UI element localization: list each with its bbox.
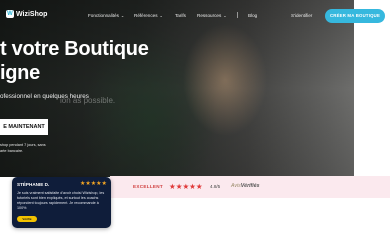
- testimonial-star-icons: ★★★★★: [80, 181, 107, 187]
- verified-badge: Vérifié: [17, 216, 37, 222]
- logo[interactable]: W WiziShop: [6, 10, 47, 18]
- chevron-down-icon: ⌄: [120, 13, 125, 18]
- reviews-brand-name: Vérifiés: [240, 183, 260, 189]
- trial-note-line1: shop pendant 7 jours, sans: [0, 143, 46, 147]
- nav-item-blog[interactable]: Blog: [248, 13, 257, 18]
- nav-item-fonctionnalites[interactable]: Fonctionnalités ⌄: [88, 13, 124, 18]
- hero-subtitle: ofessionnel en quelques heures: [0, 93, 89, 100]
- login-link[interactable]: S'identifier: [291, 13, 312, 18]
- nav-item-references[interactable]: Références ⌄: [134, 13, 163, 18]
- top-nav: W WiziShop Fonctionnalités ⌄ Références ⌄ …: [0, 0, 390, 32]
- nav-item-label: Blog: [248, 13, 258, 18]
- hero-title-line2: igne: [0, 62, 40, 84]
- nav-item-label: Fonctionnalités: [88, 13, 119, 18]
- reviews-rating-label: EXCELLENT: [133, 184, 164, 189]
- testimonial-text: Je suis vraiment satisfaite d'avoir choi…: [17, 191, 105, 210]
- login-label: S'identifier: [291, 13, 313, 18]
- chevron-down-icon: ⌄: [159, 13, 163, 18]
- reviews-brand-prefix: Avis: [231, 183, 241, 189]
- reviews-brand-logo[interactable]: AvisVérifiés: [231, 183, 259, 189]
- create-shop-button[interactable]: CRÉER MA BOUTIQUE: [325, 9, 385, 23]
- nav-item-label: Tarifs: [175, 13, 186, 18]
- logo-text: WiziShop: [16, 10, 48, 18]
- nav-item-label: Références: [134, 13, 158, 18]
- nav-divider: [237, 12, 238, 18]
- reviews-star-icons: ★★★★★: [169, 182, 203, 191]
- chevron-down-icon: ⌄: [223, 13, 227, 18]
- logo-icon: W: [6, 10, 14, 18]
- reviews-score: 4.8/5: [210, 184, 221, 189]
- nav-item-ressources[interactable]: Ressources ⌄: [197, 13, 227, 18]
- hero-cta-button[interactable]: E MAINTENANT: [0, 119, 48, 135]
- nav-item-label: Ressources: [197, 13, 222, 18]
- trial-note-line2: arte bancaire.: [0, 149, 24, 153]
- hero-title-line1: t votre Boutique: [0, 38, 149, 60]
- nav-item-tarifs[interactable]: Tarifs: [175, 13, 186, 18]
- testimonial-author: STÉPHANIE D.: [17, 182, 50, 187]
